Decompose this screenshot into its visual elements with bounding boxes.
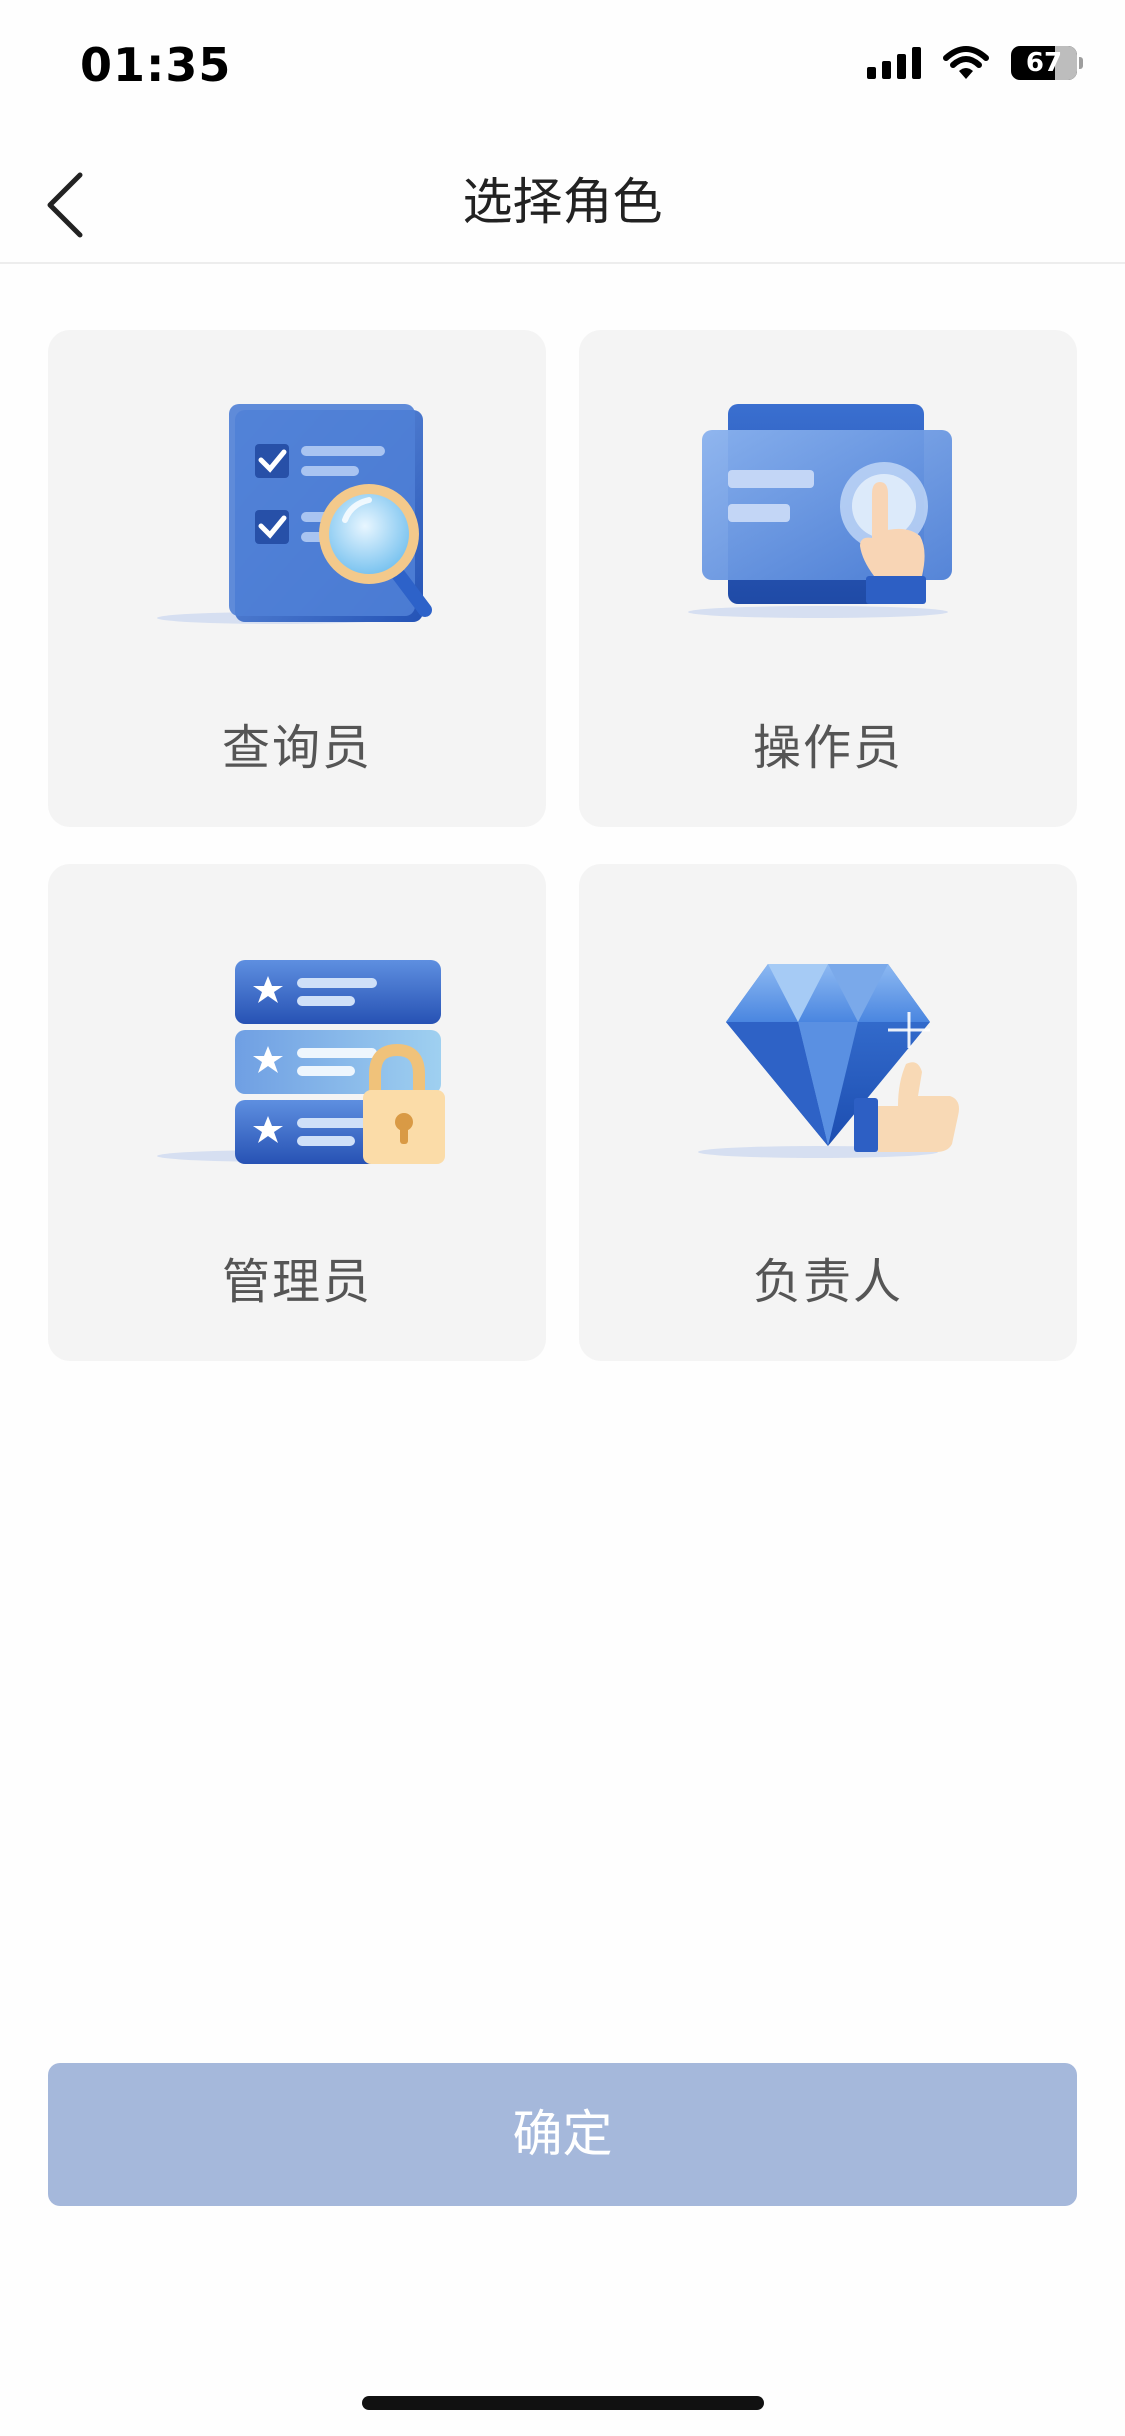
role-card-inquirer[interactable]: 查询员 — [48, 330, 546, 827]
battery-icon: 67 — [1011, 46, 1083, 80]
signal-icon — [867, 47, 921, 79]
role-select-screen: 01:35 67 选择角色 查询员 操作员 管理员 负责人 确定 — [0, 0, 1125, 2436]
chevron-left-icon — [47, 172, 83, 238]
role-card-operator[interactable]: 操作员 — [579, 330, 1077, 827]
locked-list-icon — [157, 960, 445, 1164]
role-label: 管理员 — [221, 1254, 372, 1310]
confirm-button[interactable]: 确定 — [48, 2063, 1077, 2206]
back-button[interactable] — [30, 160, 120, 250]
role-card-principal[interactable]: 负责人 — [579, 864, 1077, 1361]
diamond-thumbsup-icon — [698, 964, 959, 1158]
role-label: 负责人 — [752, 1254, 903, 1310]
page-title: 选择角色 — [462, 173, 663, 231]
role-label: 查询员 — [221, 720, 372, 776]
home-indicator[interactable] — [362, 2396, 764, 2410]
status-time: 01:35 — [80, 38, 232, 92]
checklist-search-icon — [157, 404, 432, 624]
nav-bar: 选择角色 — [0, 140, 1125, 264]
touch-screen-icon — [688, 404, 952, 618]
wifi-icon — [943, 46, 989, 79]
battery-level: 67 — [1025, 48, 1063, 78]
role-label: 操作员 — [752, 720, 903, 776]
status-bar: 01:35 67 — [0, 0, 1125, 140]
status-icons: 67 — [867, 46, 1083, 80]
role-card-administrator[interactable]: 管理员 — [48, 864, 546, 1361]
